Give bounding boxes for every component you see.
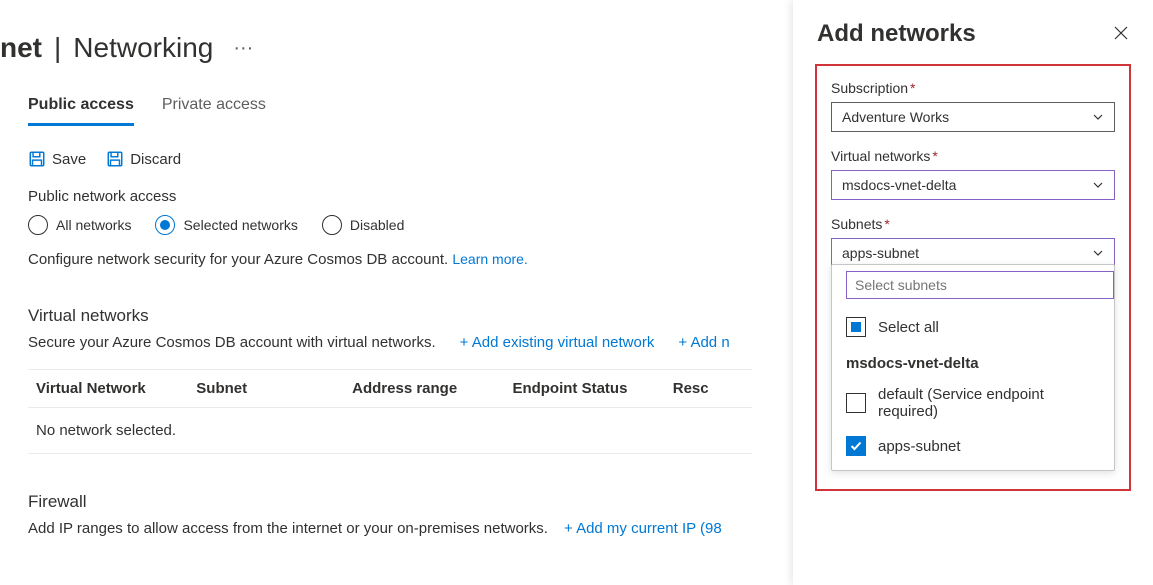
subnet-group-label: msdocs-vnet-delta — [832, 345, 1114, 378]
vnet-label: Virtual networks* — [831, 148, 1115, 164]
table-empty-row: No network selected. — [28, 407, 752, 454]
firewall-heading: Firewall — [28, 492, 752, 512]
subscription-dropdown[interactable]: Adventure Works — [831, 102, 1115, 132]
radio-selected-networks[interactable]: Selected networks — [155, 215, 297, 235]
checkbox-indeterminate-icon — [846, 317, 866, 337]
virtual-networks-heading: Virtual networks — [28, 306, 752, 326]
subnet-default-label: default (Service endpoint required) — [878, 386, 1100, 420]
add-current-ip-link[interactable]: + Add my current IP (98 — [564, 520, 722, 537]
page-title-separator: | — [54, 32, 61, 64]
subnet-option-default[interactable]: default (Service endpoint required) — [832, 378, 1114, 428]
public-network-access-label: Public network access — [28, 188, 752, 205]
discard-label: Discard — [130, 151, 181, 168]
chevron-down-icon — [1092, 111, 1104, 123]
select-all-row[interactable]: Select all — [832, 309, 1114, 345]
checkbox-unchecked-icon — [846, 393, 866, 413]
radio-all-networks-label: All networks — [56, 217, 131, 233]
save-label: Save — [52, 151, 86, 168]
chevron-down-icon — [1092, 179, 1104, 191]
add-networks-panel: Add networks Subscription* Adventure Wor… — [793, 0, 1153, 585]
subnet-search-input[interactable] — [846, 271, 1114, 299]
table-header-vnet: Virtual Network — [36, 380, 196, 397]
chevron-down-icon — [1092, 247, 1104, 259]
table-header-subnet: Subnet — [196, 380, 352, 397]
close-button[interactable] — [1113, 25, 1129, 44]
discard-button[interactable]: Discard — [106, 150, 181, 168]
subnet-option-apps[interactable]: apps-subnet — [832, 428, 1114, 464]
subnet-apps-label: apps-subnet — [878, 438, 961, 455]
table-header-resource: Resc — [673, 380, 744, 397]
add-existing-vnet-link[interactable]: + Add existing virtual network — [460, 334, 655, 351]
page-title: Networking — [73, 32, 213, 64]
subscription-label: Subscription* — [831, 80, 1115, 96]
more-menu-icon[interactable]: ··· — [233, 37, 253, 60]
checkbox-checked-icon — [846, 436, 866, 456]
subscription-value: Adventure Works — [842, 109, 949, 125]
panel-title: Add networks — [817, 20, 976, 48]
learn-more-link[interactable]: Learn more. — [452, 251, 527, 267]
add-new-vnet-link[interactable]: + Add n — [678, 334, 729, 351]
highlighted-form-area: Subscription* Adventure Works Virtual ne… — [815, 64, 1131, 491]
save-button[interactable]: Save — [28, 150, 86, 168]
vnet-dropdown[interactable]: msdocs-vnet-delta — [831, 170, 1115, 200]
select-all-label: Select all — [878, 319, 939, 336]
save-icon — [28, 150, 46, 168]
subnets-dropdown-popup: Select all msdocs-vnet-delta default (Se… — [831, 264, 1115, 471]
table-header-endpoint: Endpoint Status — [512, 380, 672, 397]
radio-disabled-label: Disabled — [350, 217, 404, 233]
tab-private-access[interactable]: Private access — [162, 88, 266, 126]
table-header-address: Address range — [352, 380, 512, 397]
radio-all-networks[interactable]: All networks — [28, 215, 131, 235]
subnets-value: apps-subnet — [842, 245, 919, 261]
radio-disabled[interactable]: Disabled — [322, 215, 404, 235]
discard-icon — [106, 150, 124, 168]
subnets-label: Subnets* — [831, 216, 1115, 232]
radio-selected-networks-label: Selected networks — [183, 217, 297, 233]
tab-public-access[interactable]: Public access — [28, 88, 134, 126]
close-icon — [1113, 25, 1129, 41]
network-security-description: Configure network security for your Azur… — [28, 251, 452, 268]
page-title-prefix: net — [0, 32, 42, 64]
firewall-description: Add IP ranges to allow access from the i… — [28, 520, 548, 537]
vnet-value: msdocs-vnet-delta — [842, 177, 956, 193]
virtual-networks-description: Secure your Azure Cosmos DB account with… — [28, 334, 436, 351]
